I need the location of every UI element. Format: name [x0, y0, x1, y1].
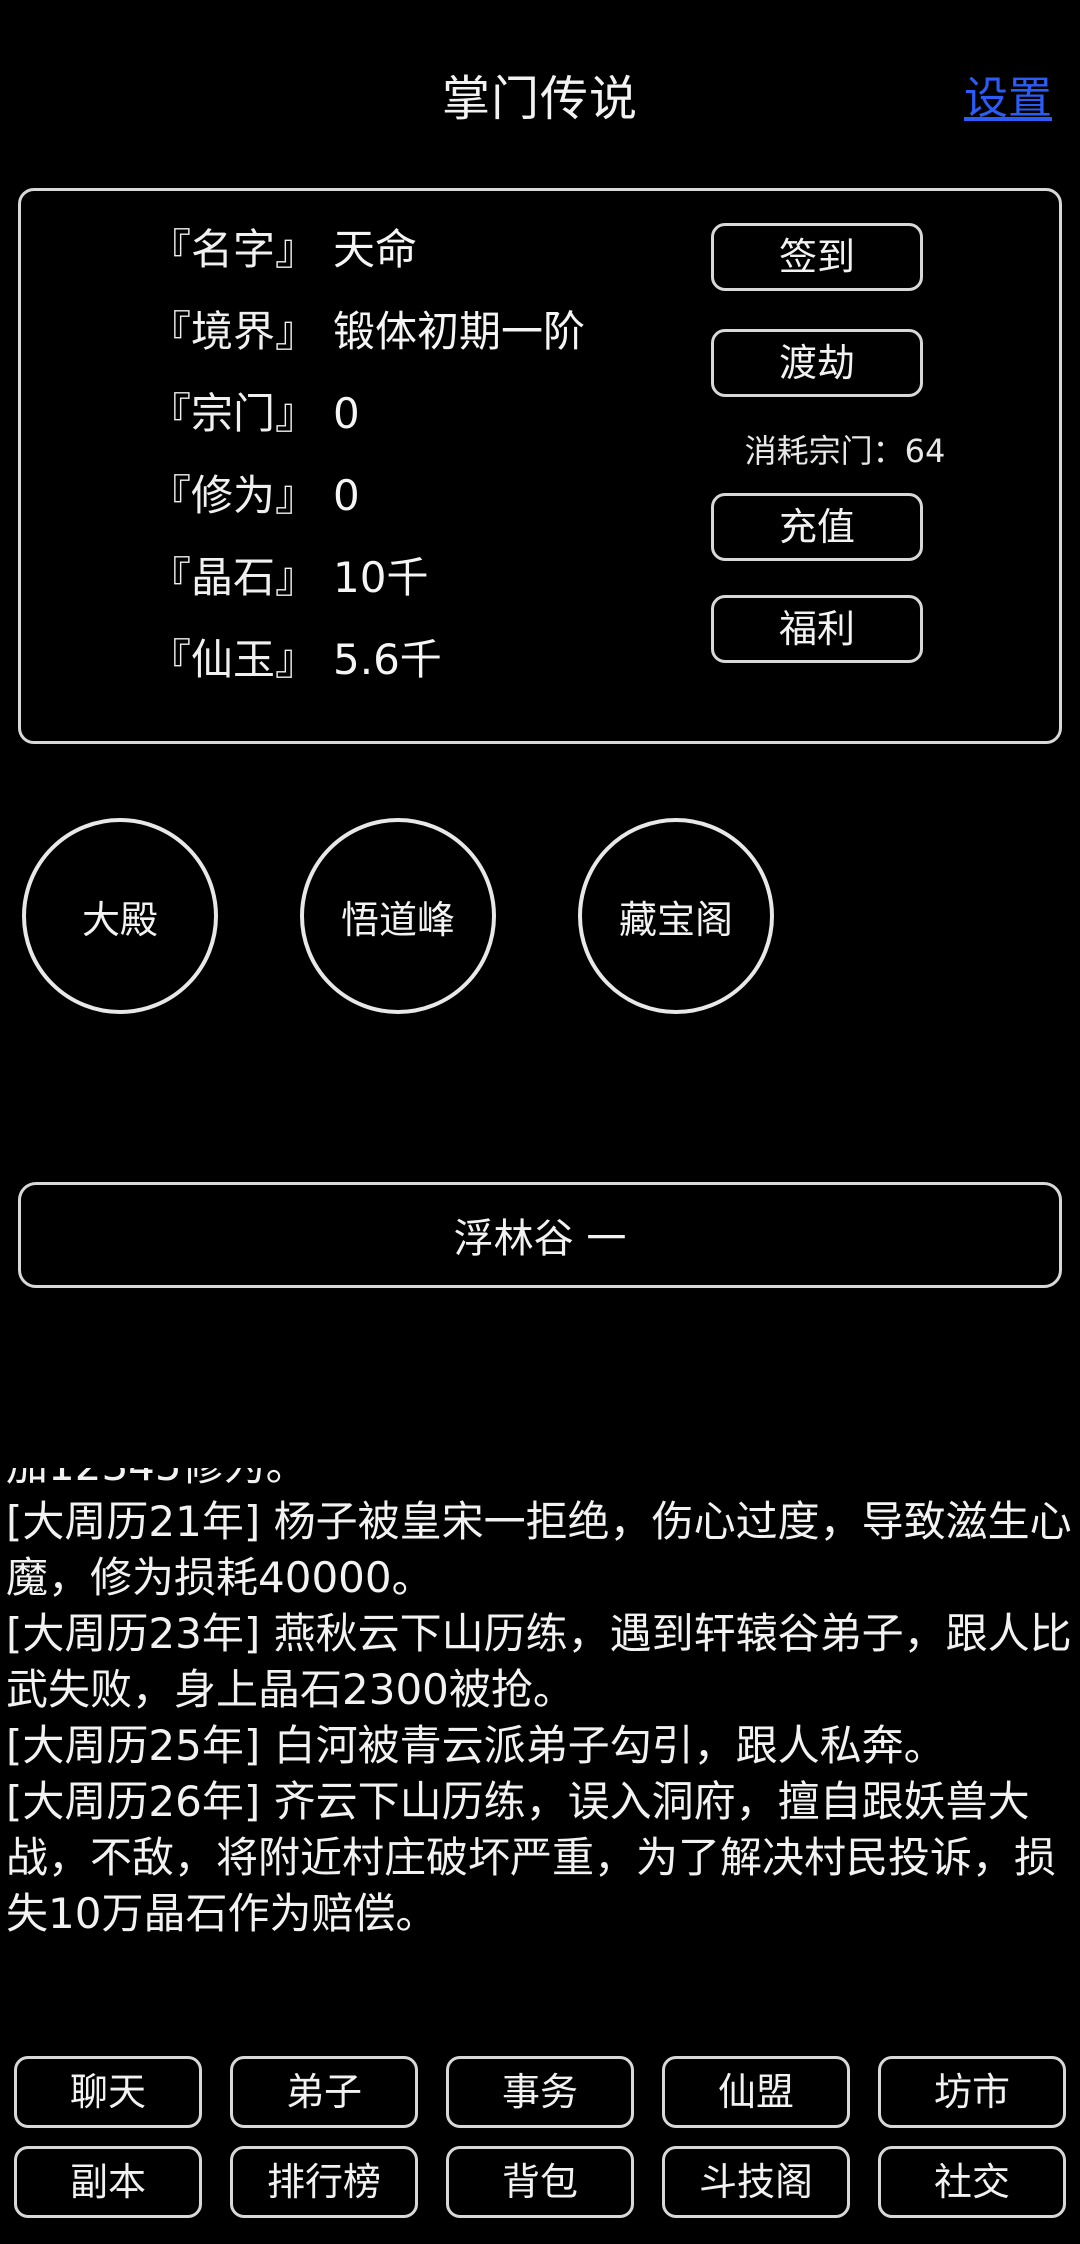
stat-row-name: 『名字』 天命	[21, 209, 661, 291]
nav-button-chat[interactable]: 聊天	[14, 2056, 202, 2128]
log-line: [大周历23年] 燕秋云下山历练，遇到轩辕谷弟子，跟人比武失败，身上晶石2300…	[6, 1609, 1072, 1714]
stat-value: 锻体初期一阶	[333, 307, 586, 356]
nav-button-arena[interactable]: 斗技阁	[662, 2146, 850, 2218]
settings-link[interactable]: 设置	[964, 70, 1052, 128]
log-line: [大周历25年] 白河被青云派弟子勾引，跟人私奔。	[6, 1721, 946, 1770]
tribulation-cost-text: 消耗宗门：64	[744, 432, 946, 470]
stat-row-sect: 『宗门』 0	[21, 373, 661, 455]
bottom-nav-row-2: 副本 排行榜 背包 斗技阁 社交	[14, 2146, 1066, 2218]
player-stat-list: 『名字』 天命 『境界』 锻体初期一阶 『宗门』 0 『修为』 0 『晶石』 1…	[21, 209, 661, 701]
stat-label: 『仙玉』	[149, 635, 318, 684]
stat-label: 『境界』	[149, 307, 318, 356]
event-log-area[interactable]: 加12345修为。 [大周历21年] 杨子被皇宋一拒绝，伤心过度，导致滋生心魔，…	[6, 1468, 1074, 2028]
stat-value: 0	[333, 471, 360, 520]
zone-banner[interactable]: 浮林谷 一	[18, 1182, 1062, 1288]
stat-label: 『名字』	[149, 225, 318, 274]
circle-nav-row: 大殿 悟道峰 藏宝阁	[0, 818, 1080, 1018]
card-action-column: 签到 渡劫 消耗宗门：64 充值 福利	[655, 191, 1059, 741]
nav-button-dungeon[interactable]: 副本	[14, 2146, 202, 2218]
log-line: [大周历26年] 齐云下山历练，误入洞府，擅自跟妖兽大战，不敌，将附近村庄破坏严…	[6, 1777, 1057, 1938]
stat-value: 10千	[333, 553, 429, 602]
bottom-nav: 聊天 弟子 事务 仙盟 坊市 副本 排行榜 背包 斗技阁 社交	[0, 2048, 1080, 2244]
recharge-button[interactable]: 充值	[711, 493, 923, 561]
nav-button-social[interactable]: 社交	[878, 2146, 1066, 2218]
event-log-inner: 加12345修为。 [大周历21年] 杨子被皇宋一拒绝，伤心过度，导致滋生心魔，…	[6, 1468, 1074, 1942]
circle-nav-treasure-pavilion[interactable]: 藏宝阁	[578, 818, 774, 1014]
welfare-button[interactable]: 福利	[711, 595, 923, 663]
signin-button[interactable]: 签到	[711, 223, 923, 291]
tribulation-button[interactable]: 渡劫	[711, 329, 923, 397]
bottom-nav-row-1: 聊天 弟子 事务 仙盟 坊市	[14, 2056, 1066, 2128]
nav-button-market[interactable]: 坊市	[878, 2056, 1066, 2128]
stat-value: 天命	[333, 225, 418, 274]
stat-label: 『晶石』	[149, 553, 318, 602]
circle-nav-enlightenment-peak[interactable]: 悟道峰	[300, 818, 496, 1014]
stat-value: 0	[333, 389, 360, 438]
stat-label: 『宗门』	[149, 389, 318, 438]
stat-row-realm: 『境界』 锻体初期一阶	[21, 291, 661, 373]
stat-row-crystal: 『晶石』 10千	[21, 537, 661, 619]
log-line: 加12345修为。	[6, 1468, 1074, 1494]
stat-label: 『修为』	[149, 471, 318, 520]
nav-button-affairs[interactable]: 事务	[446, 2056, 634, 2128]
player-stat-card: 『名字』 天命 『境界』 锻体初期一阶 『宗门』 0 『修为』 0 『晶石』 1…	[18, 188, 1062, 744]
page-title: 掌门传说	[441, 71, 638, 127]
app-header: 掌门传说 设置	[0, 0, 1080, 140]
stat-row-jade: 『仙玉』 5.6千	[21, 619, 661, 701]
nav-button-backpack[interactable]: 背包	[446, 2146, 634, 2218]
circle-nav-main-hall[interactable]: 大殿	[22, 818, 218, 1014]
nav-button-leaderboard[interactable]: 排行榜	[230, 2146, 418, 2218]
nav-button-disciples[interactable]: 弟子	[230, 2056, 418, 2128]
stat-row-cultivation: 『修为』 0	[21, 455, 661, 537]
nav-button-alliance[interactable]: 仙盟	[662, 2056, 850, 2128]
log-line: [大周历21年] 杨子被皇宋一拒绝，伤心过度，导致滋生心魔，修为损耗40000。	[6, 1497, 1072, 1602]
stat-value: 5.6千	[333, 635, 442, 684]
